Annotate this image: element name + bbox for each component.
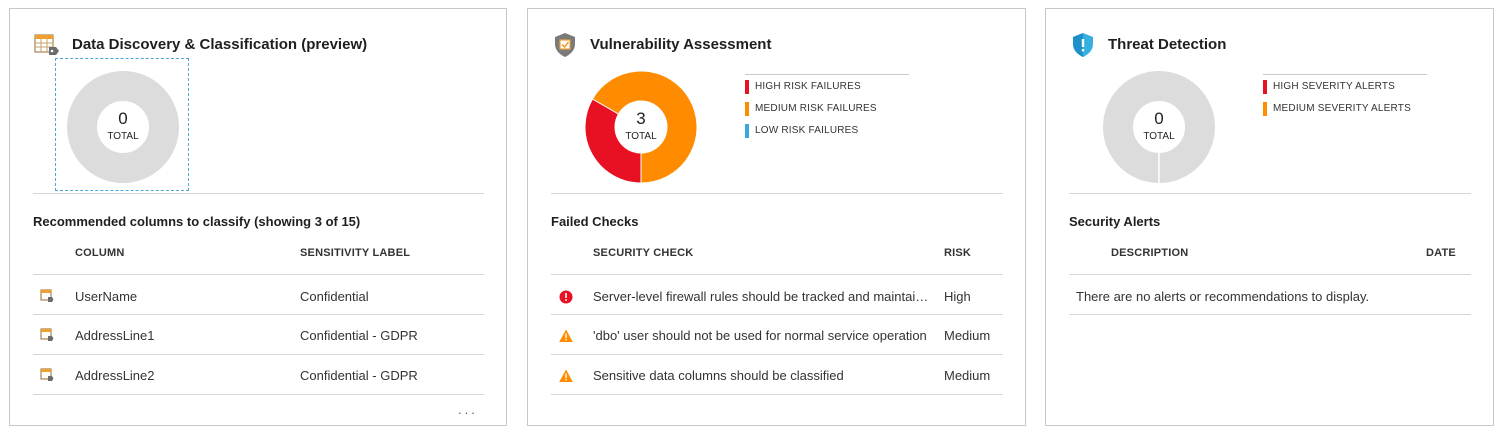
legend-swatch [1263,80,1267,94]
legend-label: LOW RISK FAILURES [755,125,859,136]
card-title: Data Discovery & Classification (preview… [72,36,368,53]
divider [33,354,484,355]
security-check-text: Server-level firewall rules should be tr… [593,289,930,304]
security-check-text: 'dbo' user should not be used for normal… [593,328,927,343]
sensitivity-label: Confidential - GDPR [300,368,418,383]
column-icon [40,289,54,303]
card-title: Vulnerability Assessment [590,36,772,53]
warning-icon [559,329,573,343]
legend-item-low[interactable]: LOW RISK FAILURES [745,119,909,141]
divider [33,314,484,315]
risk-value: Medium [944,328,991,343]
donut-legend: HIGH SEVERITY ALERTS MEDIUM SEVERITY ALE… [1263,74,1427,119]
table-tag-icon [34,32,60,58]
legend-item-high[interactable]: HIGH SEVERITY ALERTS [1263,75,1427,97]
column-name: UserName [75,289,138,304]
column-name: AddressLine1 [75,328,155,343]
legend-swatch [745,80,749,94]
divider [551,354,1003,355]
divider [33,193,484,194]
vulnerability-card: Vulnerability Assessment 3 TOTAL HIGH RI… [527,8,1026,426]
threat-card: Threat Detection 0 TOTAL HIGH SEVERITY A… [1045,8,1494,426]
divider [551,314,1003,315]
legend-label: HIGH SEVERITY ALERTS [1273,81,1396,92]
risk-value: Medium [944,368,991,383]
more-button[interactable]: ... [458,402,478,417]
warning-icon [559,369,573,383]
legend-item-medium[interactable]: MEDIUM RISK FAILURES [745,97,909,119]
divider [551,193,1003,194]
legend-swatch [745,102,749,116]
divider [551,274,1003,275]
donut-count: 3 [636,109,646,128]
donut-label: TOTAL [1143,131,1175,142]
column-icon [40,368,54,382]
donut-label: TOTAL [107,131,139,142]
divider [1069,314,1471,315]
section-title: Recommended columns to classify (showing… [33,214,361,229]
empty-message: There are no alerts or recommendations t… [1076,289,1370,304]
divider [1069,274,1471,275]
section-title: Security Alerts [1069,214,1161,229]
section-title: Failed Checks [551,214,639,229]
divider [33,274,484,275]
classification-donut[interactable]: 0 TOTAL [67,71,179,183]
column-header-date: DATE [1426,247,1456,259]
risk-value: High [944,289,971,304]
vulnerability-donut[interactable]: 3 TOTAL [584,70,698,184]
column-header-description: DESCRIPTION [1111,247,1189,259]
sensitivity-label: Confidential [300,289,369,304]
column-icon [40,328,54,342]
donut-count: 0 [118,109,128,128]
sensitivity-label: Confidential - GDPR [300,328,418,343]
shield-check-icon [552,32,578,58]
card-title: Threat Detection [1108,36,1227,53]
security-check-text: Sensitive data columns should be classif… [593,368,844,383]
divider [1069,193,1471,194]
divider [33,394,484,395]
legend-item-medium[interactable]: MEDIUM SEVERITY ALERTS [1263,97,1427,119]
column-name: AddressLine2 [75,368,155,383]
column-header-sensitivity-label: SENSITIVITY LABEL [300,247,411,259]
legend-label: HIGH RISK FAILURES [755,81,861,92]
legend-label: MEDIUM RISK FAILURES [755,103,877,114]
classification-card: Data Discovery & Classification (preview… [9,8,507,426]
divider [551,394,1003,395]
shield-alert-icon [1070,32,1096,58]
donut-legend: HIGH RISK FAILURES MEDIUM RISK FAILURES … [745,74,909,141]
legend-item-high[interactable]: HIGH RISK FAILURES [745,75,909,97]
column-header-risk: RISK [944,247,972,259]
legend-swatch [745,124,749,138]
column-header-column: COLUMN [75,247,125,259]
donut-count: 0 [1154,109,1164,128]
threat-donut[interactable]: 0 TOTAL [1103,71,1215,183]
legend-label: MEDIUM SEVERITY ALERTS [1273,103,1411,114]
column-header-security-check: SECURITY CHECK [593,247,694,259]
error-icon [559,290,573,304]
legend-swatch [1263,102,1267,116]
donut-label: TOTAL [625,131,657,142]
